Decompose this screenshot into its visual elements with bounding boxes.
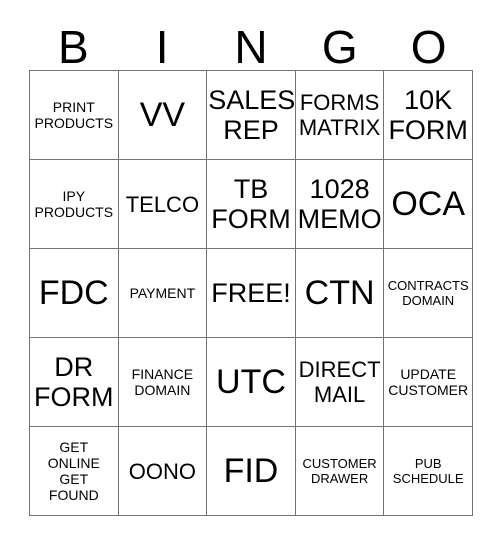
bingo-cell-label: TB FORM — [211, 174, 291, 234]
bingo-cell-label: PAYMENT — [129, 284, 196, 301]
bingo-cell-i2[interactable]: TELCO — [118, 160, 208, 249]
bingo-cell-label: TELCO — [125, 191, 200, 217]
bingo-card: B I N G O PRINT PRODUCTS VV SALES REP FO… — [29, 14, 473, 516]
bingo-cell-b4[interactable]: DR FORM — [30, 338, 119, 427]
bingo-cell-label: IPY PRODUCTS — [34, 188, 114, 220]
bingo-cell-label: FDC — [38, 274, 109, 312]
bingo-cell-free-space[interactable]: FREE! — [207, 249, 296, 338]
bingo-cell-o3[interactable]: CONTRACTS DOMAIN — [384, 249, 473, 338]
bingo-cell-g4[interactable]: DIRECT MAIL — [295, 338, 385, 427]
bingo-header-letter-g: G — [321, 21, 358, 73]
bingo-cell-label: PRINT PRODUCTS — [34, 99, 114, 131]
bingo-cell-label: SALES REP — [208, 85, 296, 145]
bingo-header-letter-o: O — [410, 21, 447, 73]
bingo-cell-b5[interactable]: GET ONLINE GET FOUND — [30, 427, 119, 516]
bingo-cell-n2[interactable]: TB FORM — [207, 160, 296, 249]
bingo-cell-label: DR FORM — [34, 352, 114, 412]
bingo-cell-label: CUSTOMER DRAWER — [302, 456, 377, 486]
bingo-header-row: B I N G O — [29, 14, 473, 70]
bingo-cell-label: FINANCE DOMAIN — [131, 366, 194, 398]
bingo-cell-o4[interactable]: UPDATE CUSTOMER — [384, 338, 473, 427]
bingo-cell-i4[interactable]: FINANCE DOMAIN — [118, 338, 208, 427]
bingo-cell-g3[interactable]: CTN — [295, 249, 385, 338]
bingo-cell-label: GET ONLINE GET FOUND — [47, 439, 100, 503]
bingo-cell-n5[interactable]: FID — [207, 427, 296, 516]
bingo-cell-g1[interactable]: FORMS MATRIX — [295, 71, 385, 160]
bingo-header-letter-i: I — [155, 21, 169, 73]
bingo-cell-label: FORMS MATRIX — [298, 90, 381, 140]
bingo-cell-label: 1028 MEMO — [297, 174, 382, 234]
bingo-cell-b3[interactable]: FDC — [30, 249, 119, 338]
bingo-cell-i3[interactable]: PAYMENT — [118, 249, 208, 338]
bingo-header-letter-n: N — [234, 21, 268, 73]
bingo-cell-o1[interactable]: 10K FORM — [384, 71, 473, 160]
bingo-cell-label: CTN — [304, 274, 375, 312]
bingo-cell-o2[interactable]: OCA — [384, 160, 473, 249]
bingo-cell-label: CONTRACTS DOMAIN — [387, 278, 469, 308]
bingo-cell-i5[interactable]: OONO — [118, 427, 208, 516]
bingo-cell-label: UPDATE CUSTOMER — [388, 366, 469, 398]
bingo-cell-label: VV — [139, 96, 186, 134]
bingo-cell-i1[interactable]: VV — [118, 71, 208, 160]
bingo-cell-label: OCA — [391, 185, 466, 223]
bingo-free-space-label: FREE! — [211, 278, 291, 308]
bingo-cell-o5[interactable]: PUB SCHEDULE — [384, 427, 473, 516]
bingo-grid: PRINT PRODUCTS VV SALES REP FORMS MATRIX… — [29, 70, 473, 516]
bingo-cell-label: PUB SCHEDULE — [392, 456, 464, 486]
bingo-header-letter-b: B — [58, 21, 89, 73]
bingo-cell-label: 10K FORM — [388, 85, 468, 145]
bingo-cell-label: FID — [223, 452, 279, 490]
bingo-cell-n4[interactable]: UTC — [207, 338, 296, 427]
bingo-cell-b1[interactable]: PRINT PRODUCTS — [30, 71, 119, 160]
bingo-cell-n1[interactable]: SALES REP — [207, 71, 296, 160]
bingo-cell-g5[interactable]: CUSTOMER DRAWER — [295, 427, 385, 516]
bingo-cell-b2[interactable]: IPY PRODUCTS — [30, 160, 119, 249]
bingo-cell-label: DIRECT MAIL — [298, 357, 381, 407]
bingo-cell-label: OONO — [128, 458, 196, 484]
bingo-cell-label: UTC — [216, 363, 286, 401]
bingo-cell-g2[interactable]: 1028 MEMO — [295, 160, 385, 249]
